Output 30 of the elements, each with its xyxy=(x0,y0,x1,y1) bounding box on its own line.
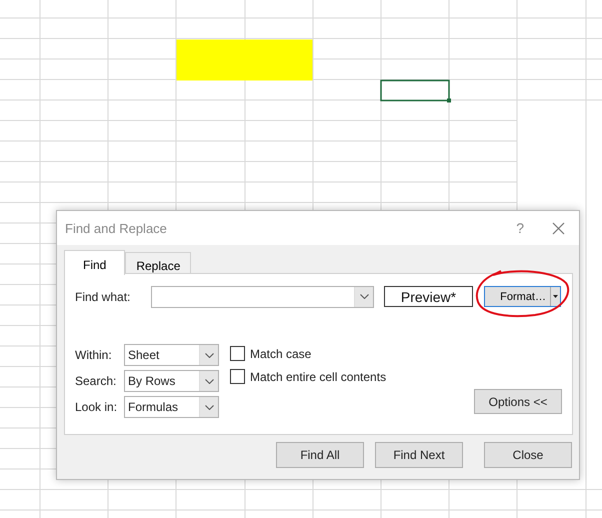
chevron-down-icon xyxy=(204,404,214,410)
checkbox[interactable] xyxy=(230,369,245,384)
field-label: Search: xyxy=(75,374,118,388)
chevron-down-icon xyxy=(204,378,214,384)
checkbox[interactable] xyxy=(230,346,245,361)
dropdown[interactable]: Formulas xyxy=(124,396,219,418)
caret-icon xyxy=(553,295,558,298)
dialog-button[interactable]: Close xyxy=(484,442,572,468)
dialog-button[interactable]: Find Next xyxy=(375,442,463,468)
checkbox-label: Match entire cell contents xyxy=(250,370,386,384)
dialog-button[interactable]: Find All xyxy=(276,442,364,468)
format-dropdown-button[interactable] xyxy=(550,287,560,306)
tab[interactable]: Find xyxy=(64,250,126,275)
chevron-down-icon xyxy=(204,352,214,358)
dropdown[interactable]: By Rows xyxy=(124,370,219,392)
checkbox-label: Match case xyxy=(250,346,312,360)
tab[interactable]: Replace xyxy=(125,252,192,274)
selected-cell[interactable] xyxy=(380,80,451,102)
dropdown[interactable]: Sheet xyxy=(124,344,219,366)
close-icon[interactable] xyxy=(552,222,565,234)
format-button[interactable]: Format… xyxy=(485,287,550,306)
chevron-down-icon xyxy=(360,294,368,299)
field-label: Find what: xyxy=(75,290,132,304)
field-label: Within: xyxy=(75,348,113,362)
format-preview: Preview* xyxy=(384,286,473,307)
options-button[interactable]: Options << xyxy=(474,389,562,414)
find-what-field[interactable] xyxy=(151,286,374,308)
field-label: Look in: xyxy=(75,400,118,414)
help-button[interactable]: ? xyxy=(516,220,524,236)
window-title: Find and Replace xyxy=(65,220,168,236)
